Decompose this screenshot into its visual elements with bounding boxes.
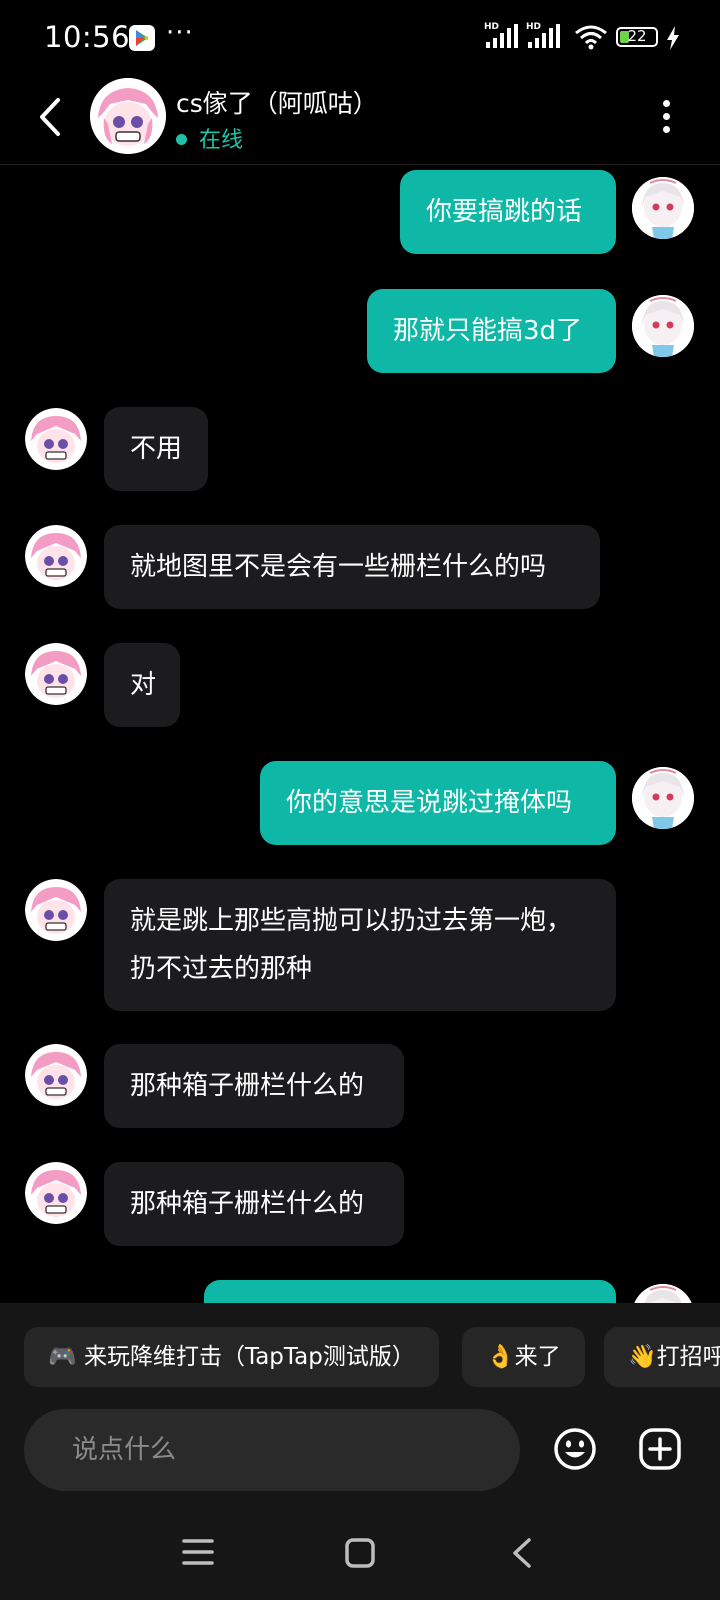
charging-bolt-icon bbox=[667, 26, 679, 50]
status-bar: 10:56 ··· HD HD 22 bbox=[0, 0, 720, 78]
contact-message-avatar[interactable] bbox=[25, 1044, 87, 1106]
add-attachment-icon[interactable] bbox=[638, 1427, 682, 1471]
outgoing-message-bubble[interactable]: 那就只能搞3d了 bbox=[367, 289, 616, 373]
online-status: 在线 bbox=[176, 122, 243, 154]
contact-message-avatar[interactable] bbox=[25, 1162, 87, 1224]
battery-icon: 22 bbox=[616, 27, 658, 47]
play-store-icon bbox=[129, 25, 155, 51]
incoming-message-bubble[interactable]: 不用 bbox=[104, 407, 208, 491]
waving-hand-icon: 👋 bbox=[628, 1344, 657, 1370]
cellular-signal-2-icon: HD bbox=[526, 22, 560, 54]
system-navigation-bar bbox=[0, 1503, 720, 1600]
cellular-signal-1-icon: HD bbox=[484, 22, 518, 54]
back-nav-icon[interactable] bbox=[510, 1537, 534, 1569]
outgoing-message-bubble[interactable] bbox=[204, 1280, 616, 1303]
incoming-message-bubble[interactable]: 那种箱子栅栏什么的 bbox=[104, 1162, 404, 1246]
contact-message-avatar[interactable] bbox=[25, 408, 87, 470]
message-list[interactable]: 你要搞跳的话 那就只能搞3d了 不用 就地图里不是会有一些栅栏什么的吗 对 你的… bbox=[0, 165, 720, 1303]
ok-hand-icon: 👌 bbox=[486, 1344, 515, 1370]
online-dot-icon bbox=[176, 133, 187, 145]
status-time: 10:56 bbox=[44, 20, 131, 54]
my-avatar[interactable] bbox=[632, 1284, 694, 1303]
back-arrow-icon[interactable] bbox=[34, 96, 66, 138]
contact-avatar[interactable] bbox=[90, 78, 166, 154]
incoming-message-bubble[interactable]: 对 bbox=[104, 643, 180, 727]
battery-level: 22 bbox=[627, 27, 647, 45]
outgoing-message-bubble[interactable]: 你的意思是说跳过掩体吗 bbox=[260, 761, 616, 845]
chat-header: cs傢了（阿呱咕） 在线 bbox=[0, 78, 720, 165]
message-input-bar bbox=[0, 1403, 720, 1503]
contact-message-avatar[interactable] bbox=[25, 879, 87, 941]
incoming-message-bubble[interactable]: 就地图里不是会有一些栅栏什么的吗 bbox=[104, 525, 600, 609]
quick-reply-chip[interactable]: 👌来了 bbox=[462, 1327, 585, 1387]
wifi-icon bbox=[575, 25, 607, 50]
emoji-icon[interactable] bbox=[553, 1427, 597, 1471]
status-more-indicator: ··· bbox=[166, 18, 194, 48]
my-avatar[interactable] bbox=[632, 177, 694, 239]
my-avatar[interactable] bbox=[632, 295, 694, 357]
quick-replies-bar: 🎮 来玩降维打击（TapTap测试版） 👌来了 👋打招呼 bbox=[0, 1303, 720, 1403]
incoming-message-bubble[interactable]: 那种箱子栅栏什么的 bbox=[104, 1044, 404, 1128]
contact-name: cs傢了（阿呱咕） bbox=[176, 89, 378, 118]
outgoing-message-bubble[interactable]: 你要搞跳的话 bbox=[400, 170, 616, 254]
recent-apps-icon[interactable] bbox=[182, 1537, 214, 1567]
message-input[interactable] bbox=[24, 1409, 520, 1491]
game-controller-icon: 🎮 bbox=[48, 1344, 77, 1370]
contact-message-avatar[interactable] bbox=[25, 525, 87, 587]
more-options-icon[interactable] bbox=[660, 100, 672, 134]
my-avatar[interactable] bbox=[632, 767, 694, 829]
home-icon[interactable] bbox=[344, 1537, 376, 1569]
contact-message-avatar[interactable] bbox=[25, 643, 87, 705]
quick-reply-chip[interactable]: 👋打招呼 bbox=[604, 1327, 720, 1387]
incoming-message-bubble[interactable]: 就是跳上那些高抛可以扔过去第一炮，扔不过去的那种 bbox=[104, 879, 616, 1011]
quick-reply-chip[interactable]: 🎮 来玩降维打击（TapTap测试版） bbox=[24, 1327, 439, 1387]
